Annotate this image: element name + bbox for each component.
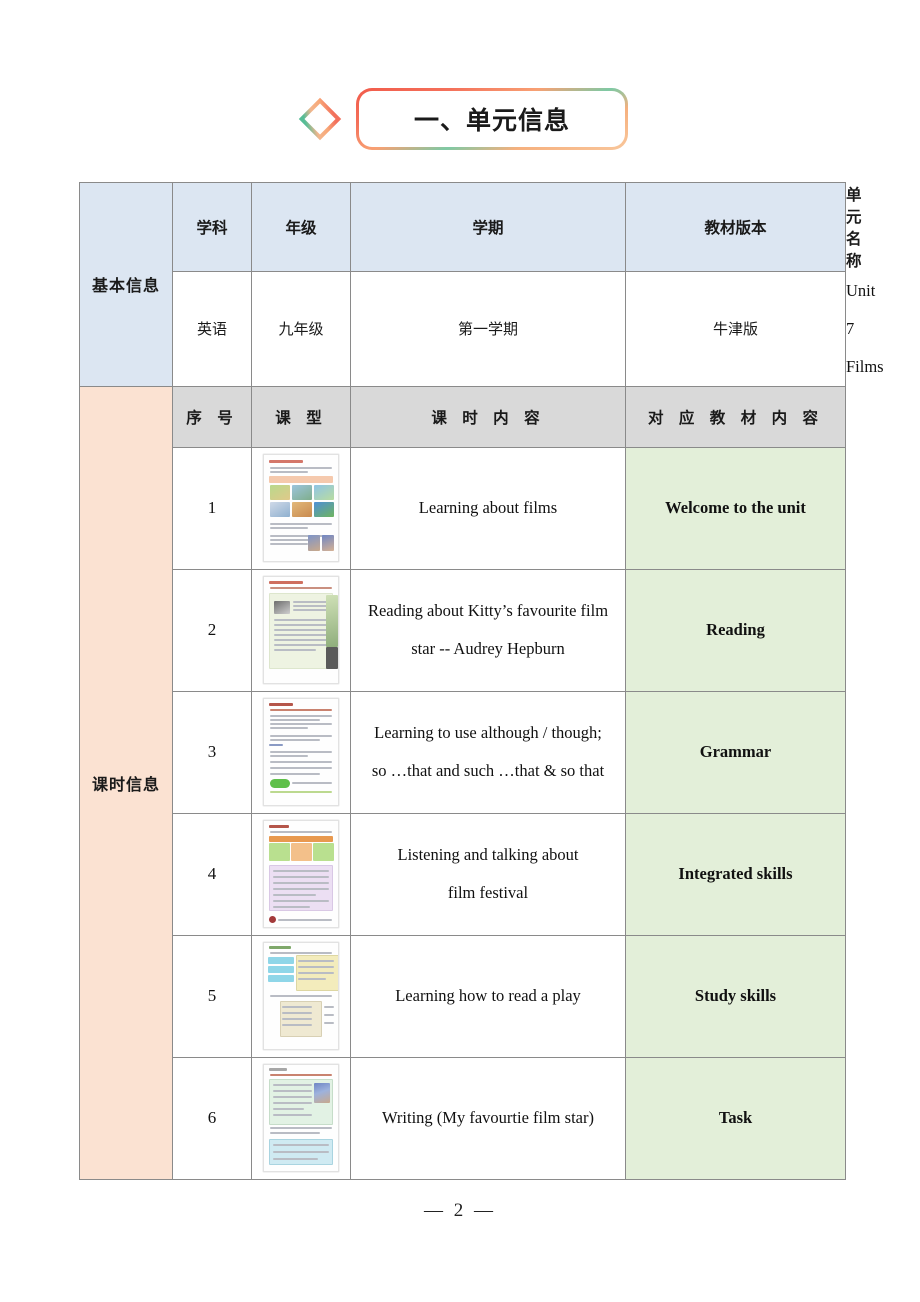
lesson-content-text: Writing (My favourtie film star) xyxy=(382,1108,594,1128)
basic-header-grade: 年级 xyxy=(251,182,351,272)
basic-header-subject: 学科 xyxy=(172,182,252,272)
basic-header-term-label: 学期 xyxy=(472,219,504,237)
table-row-lesson-header: 课时信息 序 号 课 型 课 时 内 容 对 应 教 材 内 容 xyxy=(79,385,846,1180)
lesson-content-cell: Learning to use although / though; so …t… xyxy=(350,690,626,814)
lesson-header-book-label: 对 应 教 材 内 容 xyxy=(648,408,823,427)
lesson-content-text-line2: film festival xyxy=(447,883,529,903)
lesson-type-cell xyxy=(251,568,351,692)
lesson-header-no: 序 号 xyxy=(172,385,252,448)
lesson-content-cell: Learning about films xyxy=(350,446,626,570)
lesson-book-text: Task xyxy=(718,1108,753,1128)
textbook-page-thumbnail-6 xyxy=(263,1064,339,1173)
page-number: — 2 — xyxy=(424,1200,496,1221)
lesson-header-no-label: 序 号 xyxy=(186,408,238,427)
textbook-page-thumbnail-3 xyxy=(263,698,339,807)
page-footer: — 2 — xyxy=(0,1200,920,1222)
lesson-content-text: Listening and talking about xyxy=(397,845,579,865)
basic-value-term-text: 第一学期 xyxy=(457,320,518,339)
basic-value-term: 第一学期 xyxy=(350,271,626,387)
lesson-content-text: Learning to use although / though; xyxy=(374,723,602,743)
lesson-content-text-line2: so …that and such …that & so that xyxy=(371,761,605,781)
lesson-book-cell: Integrated skills xyxy=(625,812,846,936)
lesson-content-cell: Learning how to read a play xyxy=(350,934,626,1058)
lesson-type-cell xyxy=(251,812,351,936)
lesson-no-text: 3 xyxy=(207,742,217,762)
lesson-book-text: Reading xyxy=(706,620,765,640)
lesson-book-text: Integrated skills xyxy=(678,864,793,884)
textbook-page-thumbnail-2 xyxy=(263,576,339,685)
lesson-header-content: 课 时 内 容 xyxy=(350,385,626,448)
basic-info-label: 基本信息 xyxy=(91,276,160,296)
lesson-content-text-line2: star -- Audrey Hepburn xyxy=(411,639,565,659)
basic-value-subject: 英语 xyxy=(172,271,252,387)
lesson-content-text: Learning how to read a play xyxy=(395,986,581,1006)
table-row: 3 Learning to use although / though; so … xyxy=(80,690,846,814)
basic-value-grade: 九年级 xyxy=(251,271,351,387)
basic-value-textbook: 牛津版 xyxy=(625,271,846,387)
lesson-header-book: 对 应 教 材 内 容 xyxy=(625,385,846,448)
lesson-header-type-label: 课 型 xyxy=(275,408,327,427)
basic-value-unit-text: Unit 7 Films xyxy=(846,281,884,376)
lesson-type-cell xyxy=(251,690,351,814)
lesson-header-type: 课 型 xyxy=(251,385,351,448)
lesson-no-cell: 5 xyxy=(172,934,252,1058)
title-box: 一、单元信息 xyxy=(356,88,628,150)
table-row: 6 Writing (My favourtie film star) Task xyxy=(80,1056,846,1180)
lesson-no-cell: 3 xyxy=(172,690,252,814)
basic-header-term: 学期 xyxy=(350,182,626,272)
unit-info-sheet: 基本信息 学科 年级 学期 教材版本 单元名称 英语 九年级 第一学期 牛津版 xyxy=(79,182,884,1180)
table-row: 4 Listening and talking about film festi… xyxy=(80,812,846,936)
lesson-no-text: 2 xyxy=(207,620,217,640)
lesson-book-cell: Welcome to the unit xyxy=(625,446,846,570)
lesson-no-cell: 2 xyxy=(172,568,252,692)
page-title-banner: 一、单元信息 xyxy=(0,88,920,150)
basic-header-unit-label: 单元名称 xyxy=(846,186,862,270)
lesson-book-text: Study skills xyxy=(694,986,777,1006)
table-row: 5 Learning how to read a play Study skil… xyxy=(80,934,846,1058)
lesson-type-cell xyxy=(251,934,351,1058)
lesson-book-cell: Reading xyxy=(625,568,846,692)
table-row: 1 Learning about films Welcome to the un… xyxy=(80,446,846,570)
basic-header-subject-label: 学科 xyxy=(196,219,228,237)
lesson-book-cell: Study skills xyxy=(625,934,846,1058)
lesson-info-label: 课时信息 xyxy=(91,774,160,794)
lesson-content-cell: Writing (My favourtie film star) xyxy=(350,1056,626,1180)
basic-value-subject-text: 英语 xyxy=(196,320,227,339)
table-row: 2 Reading about Kitty’s favourite film s… xyxy=(80,568,846,692)
page-title: 一、单元信息 xyxy=(413,106,570,135)
table-row-basic-header: 基本信息 学科 年级 学期 教材版本 单元名称 xyxy=(79,182,862,387)
lesson-book-cell: Task xyxy=(625,1056,846,1180)
lesson-type-cell xyxy=(251,1056,351,1180)
lesson-no-text: 5 xyxy=(207,986,217,1006)
basic-header-textbook-label: 教材版本 xyxy=(704,219,767,237)
lesson-content-cell: Listening and talking about film festiva… xyxy=(350,812,626,936)
basic-header-grade-label: 年级 xyxy=(285,219,317,237)
lesson-content-text: Reading about Kitty’s favourite film xyxy=(367,601,609,621)
basic-value-textbook-text: 牛津版 xyxy=(712,320,758,339)
table-row-basic-values: 英语 九年级 第一学期 牛津版 Unit 7 Films xyxy=(80,271,884,387)
basic-value-grade-text: 九年级 xyxy=(278,320,324,339)
lesson-type-cell xyxy=(251,446,351,570)
basic-info-label-cell: 基本信息 xyxy=(79,182,173,387)
lesson-header-content-label: 课 时 内 容 xyxy=(431,408,545,427)
lesson-book-cell: Grammar xyxy=(625,690,846,814)
lesson-no-text: 6 xyxy=(207,1108,217,1128)
lesson-book-text: Grammar xyxy=(699,742,772,762)
lesson-book-text: Welcome to the unit xyxy=(665,498,806,518)
lesson-no-cell: 6 xyxy=(172,1056,252,1180)
textbook-page-thumbnail-5 xyxy=(263,942,339,1051)
lesson-content-text: Learning about films xyxy=(418,498,558,518)
lesson-no-cell: 1 xyxy=(172,446,252,570)
textbook-page-thumbnail-4 xyxy=(263,820,339,929)
diamond-outline-icon xyxy=(298,97,342,141)
basic-header-textbook: 教材版本 xyxy=(625,182,846,272)
textbook-page-thumbnail-1 xyxy=(263,454,339,563)
lesson-info-label-cell: 课时信息 xyxy=(79,385,173,1180)
unit-info-table: 基本信息 学科 年级 学期 教材版本 单元名称 英语 九年级 第一学期 牛津版 xyxy=(79,182,884,1180)
lesson-no-cell: 4 xyxy=(172,812,252,936)
lesson-content-cell: Reading about Kitty’s favourite film sta… xyxy=(350,568,626,692)
lesson-no-text: 4 xyxy=(207,864,217,884)
lesson-no-text: 1 xyxy=(207,498,217,518)
